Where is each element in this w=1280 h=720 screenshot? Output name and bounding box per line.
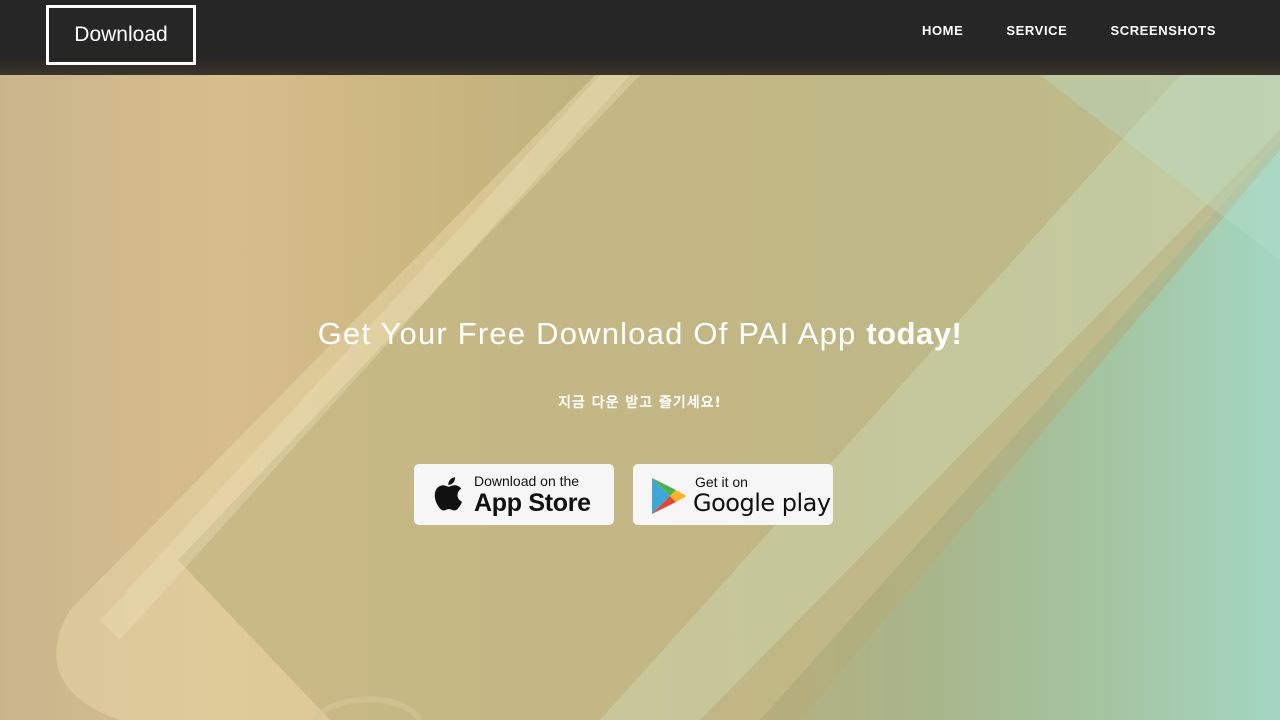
- google-play-icon: [651, 477, 687, 520]
- google-play-button[interactable]: Get it on Google play: [633, 464, 833, 525]
- hero-subtitle: 지금 다운 받고 즐기세요!: [558, 395, 722, 411]
- hero-background: [0, 0, 1280, 720]
- app-store-small-label: Download on the: [474, 473, 580, 489]
- hero-title: Get Your Free Download Of PAI App today!: [0, 316, 1280, 352]
- google-play-small-label: Get it on: [695, 474, 748, 490]
- brand-download-button[interactable]: Download: [46, 5, 196, 65]
- top-navbar: Download HOME SERVICE SCREENSHOTS: [0, 0, 1280, 65]
- nav-link-home[interactable]: HOME: [922, 23, 963, 38]
- google-play-big-label: Google play: [693, 489, 831, 517]
- nav-link-screenshots[interactable]: SCREENSHOTS: [1110, 23, 1216, 38]
- phone-illustration: [56, 60, 1280, 720]
- nav-links: HOME SERVICE SCREENSHOTS: [879, 0, 1216, 60]
- app-store-button[interactable]: Download on the App Store: [414, 464, 614, 525]
- landing-page: Download HOME SERVICE SCREENSHOTS Get Yo…: [0, 0, 1280, 720]
- hero-title-light: Get Your Free Download Of PAI App: [317, 316, 867, 351]
- nav-link-service[interactable]: SERVICE: [1006, 23, 1067, 38]
- apple-icon: [430, 475, 464, 518]
- app-store-big-label: App Store: [474, 489, 591, 517]
- hero-title-emphasis: today!: [866, 316, 963, 351]
